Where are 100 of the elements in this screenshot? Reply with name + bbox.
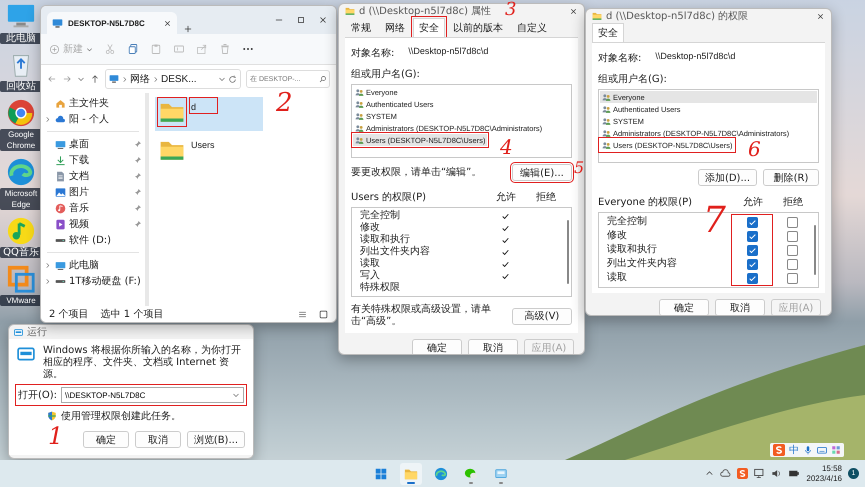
open-field[interactable]: \\DESKTOP-N5L7D8C [61, 387, 244, 403]
nav-item[interactable]: 下载 [41, 152, 145, 168]
window-tab[interactable]: DESKTOP-N5L7D8C [47, 12, 177, 34]
speaker-icon[interactable] [771, 468, 782, 479]
tab[interactable]: 安全 [592, 23, 624, 42]
grid-icon[interactable] [831, 445, 841, 455]
dialog-button[interactable]: 确定 [82, 431, 129, 448]
selection-count: 选中 1 个项目 [100, 308, 164, 321]
folder-icon [404, 466, 418, 480]
dialog-button[interactable]: 浏览(B)... [186, 431, 245, 448]
nav-item[interactable]: 文档 [41, 168, 145, 184]
close-icon[interactable] [163, 18, 172, 28]
tab[interactable]: 安全 [413, 18, 445, 37]
dialog-title: d (\\Desktop-n5l7d8c) 的权限 [606, 10, 748, 23]
checkbox[interactable] [786, 258, 798, 270]
copy-icon[interactable] [127, 43, 139, 55]
dialog-button[interactable]: 取消 [468, 339, 518, 354]
keyboard-icon[interactable] [817, 445, 827, 455]
dialog-button[interactable]: 确定 [412, 339, 462, 354]
pin-icon [134, 172, 142, 180]
dialog-button[interactable]: 取消 [134, 431, 181, 448]
permission-name: 完全控制 [607, 215, 647, 229]
dialog-button[interactable]: 确定 [659, 299, 709, 315]
tile-view-icon[interactable] [319, 310, 328, 318]
nav-item[interactable]: 此电脑 [41, 257, 145, 273]
dialog-title: 运行 [27, 326, 47, 339]
tab[interactable]: 以前的版本 [447, 18, 509, 37]
checkbox[interactable] [746, 244, 758, 256]
checkbox[interactable] [746, 258, 758, 270]
s-logo-icon[interactable] [773, 444, 785, 456]
nav-item[interactable]: 桌面 [41, 136, 145, 152]
plus-icon[interactable] [183, 24, 193, 34]
clock[interactable]: 15:58 2023/4/16 [806, 464, 842, 484]
input-mode[interactable]: 中 [789, 443, 799, 457]
handwritten-number: 2 [276, 90, 293, 116]
monitor-icon [494, 466, 508, 480]
app-window-icon [14, 328, 23, 336]
breadcrumb-item[interactable]: 网络 [130, 72, 150, 86]
chevron-right-icon [44, 116, 51, 122]
checkbox[interactable] [746, 272, 758, 284]
item-count: 2 个项目 [49, 308, 89, 321]
close-icon[interactable] [569, 6, 578, 16]
column-header: 拒绝 [535, 190, 557, 204]
caret-icon[interactable] [218, 75, 226, 83]
dialog-button[interactable]: 添加(D)... [698, 169, 757, 186]
tab[interactable]: 自定义 [511, 18, 553, 37]
nav-item[interactable]: 图片 [41, 184, 145, 200]
advanced-note: 有关特殊权限或高级设置，请单击“高级”。 [351, 304, 492, 328]
edit-button[interactable]: 编辑(E)... [512, 164, 572, 181]
checkbox[interactable] [786, 272, 798, 284]
chevron-right-icon [44, 262, 51, 268]
desktop-icon-label[interactable]: 回收站 [0, 81, 42, 92]
handwritten-number: 1 [48, 424, 64, 448]
refresh-icon[interactable] [228, 74, 237, 84]
caret-icon[interactable] [77, 75, 85, 83]
nav-item[interactable]: 软件 (D:) [41, 232, 145, 248]
desktop-icon-label[interactable]: Google Chrome [0, 129, 42, 151]
microphone-icon[interactable] [803, 445, 813, 455]
back-icon[interactable] [47, 74, 57, 84]
pin-icon [134, 204, 142, 212]
checkbox[interactable] [746, 230, 758, 242]
battery-icon[interactable] [788, 468, 800, 479]
nav-item[interactable]: 视频 [41, 216, 145, 232]
handwritten-number: 3 [505, 1, 516, 19]
maximize-icon[interactable] [296, 15, 306, 25]
close-icon[interactable] [816, 12, 825, 20]
folder-item[interactable]: Users [155, 135, 263, 169]
tab[interactable]: 常规 [345, 18, 377, 37]
users-icon [602, 140, 611, 150]
tab[interactable]: 网络 [379, 18, 411, 37]
checkbox[interactable] [786, 230, 798, 242]
desktop-icon-label[interactable]: VMware [0, 295, 42, 306]
cloud-icon[interactable] [720, 468, 732, 479]
checkbox[interactable] [786, 216, 798, 228]
permission-name: 读取 [607, 271, 627, 285]
advanced-button[interactable]: 高级(V) [512, 308, 572, 324]
checkbox[interactable] [786, 244, 798, 256]
checkbox[interactable] [746, 216, 758, 228]
s-logo-icon[interactable] [737, 468, 748, 479]
nav-item[interactable]: 1T移动硬盘 (F:) [41, 273, 145, 289]
dialog-button[interactable]: 取消 [715, 299, 765, 315]
desktop-icon-label[interactable]: QQ音乐 [0, 247, 42, 258]
nav-item[interactable]: 阳 - 个人 [41, 111, 145, 127]
up-icon[interactable] [90, 74, 100, 84]
address-bar[interactable]: 网络 DESK... [105, 69, 241, 89]
forward-icon[interactable] [62, 74, 72, 84]
nav-item[interactable]: 主文件夹 [41, 95, 145, 111]
app-window-icon [17, 345, 35, 363]
close-icon[interactable] [318, 15, 328, 25]
desktop-icon-label[interactable]: Microsoft Edge [0, 188, 42, 210]
folder-item[interactable]: d [155, 97, 263, 131]
monitor-icon[interactable] [754, 468, 766, 479]
desktop-icon-label[interactable]: 此电脑 [0, 33, 42, 44]
dialog-button[interactable]: 删除(R) [763, 169, 819, 186]
users-icon [602, 92, 611, 102]
caret-icon [86, 46, 93, 52]
list-view-icon[interactable] [298, 310, 307, 318]
nav-item[interactable]: 音乐 [41, 200, 145, 216]
breadcrumb-item[interactable]: DESK... [161, 74, 197, 84]
permission-name: 修改 [607, 229, 627, 243]
